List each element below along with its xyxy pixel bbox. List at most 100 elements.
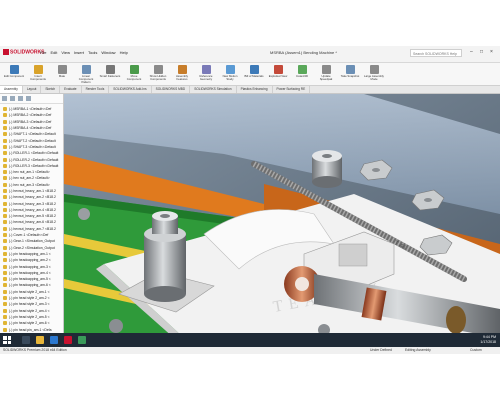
command-tab-9[interactable]: Power Surfacing RE — [273, 86, 311, 93]
tree-list: (-) MSRBA-1 <Default<<Def (-) MSRBA-2 <De… — [0, 104, 63, 338]
help-search-input[interactable]: Search SOLIDWORKS Help — [410, 49, 462, 57]
ribbon-button-9[interactable]: New Motion Study — [219, 65, 241, 85]
ribbon-button-7[interactable]: Assembly Features — [171, 65, 193, 85]
app-taskbar-icon[interactable] — [78, 336, 86, 344]
ribbon-button-icon — [201, 65, 211, 74]
windows-start-icon[interactable] — [3, 336, 11, 344]
menu-window[interactable]: Window — [101, 50, 115, 55]
ribbon-button-8[interactable]: Reference Geometry — [195, 65, 217, 85]
part-icon — [3, 119, 7, 124]
document-title: MSRBA (Assem1) Bending Machine * — [270, 50, 337, 55]
part-icon — [3, 170, 7, 175]
menu-file[interactable]: File — [40, 50, 46, 55]
part-icon — [3, 189, 7, 193]
ribbon-button-2[interactable]: Mate — [51, 65, 73, 85]
command-tab-8[interactable]: Plastics Enhancing — [237, 86, 273, 93]
ribbon-button-12[interactable]: Instant3D — [291, 65, 313, 85]
ribbon-button-1[interactable]: Insert Components — [27, 65, 49, 85]
ribbon-button-label: Insert Components — [30, 74, 46, 81]
part-icon — [3, 289, 7, 294]
ribbon-button-label: Smart Fasteners — [99, 74, 121, 78]
command-tab-3[interactable]: Evaluate — [60, 86, 82, 93]
command-tab-0[interactable]: Assembly — [0, 86, 23, 93]
property-manager-icon[interactable] — [10, 96, 15, 101]
part-icon — [3, 251, 7, 256]
menu-tools[interactable]: Tools — [88, 50, 97, 55]
tree-item-label: (-) hexnut_heavy_am-7 <B18.2 — [9, 226, 56, 231]
status-definition: Under Defined — [370, 348, 392, 352]
app-logo[interactable]: SOLIDWORKS — [3, 49, 44, 55]
status-mode: Editing Assembly — [405, 348, 431, 352]
command-tabs: Assembly Layout Sketch Evaluate Render Tools… — [0, 86, 500, 94]
close-icon[interactable]: × — [490, 49, 493, 55]
command-tab-7[interactable]: SOLIDWORKS Simulation — [190, 86, 237, 93]
feature-manager-icon[interactable] — [2, 96, 7, 101]
ribbon-button-10[interactable]: Bill of Materials — [243, 65, 265, 85]
ribbon-button-6[interactable]: Show Hidden Components — [147, 65, 169, 85]
ribbon-button-label: Assembly Features — [175, 74, 189, 81]
command-tab-5[interactable]: SOLIDWORKS Add-Ins — [109, 86, 152, 93]
menu-help[interactable]: Help — [120, 50, 128, 55]
graphics-area[interactable]: TEAH GU — [64, 94, 500, 338]
part-icon — [3, 107, 7, 112]
ds-logo-icon — [3, 49, 9, 55]
ribbon-button-icon — [177, 65, 187, 74]
tree-item-label: (-) pin head style 2_am-2 < — [9, 296, 50, 301]
ribbon-button-label: Update Speedpak — [319, 74, 333, 81]
tree-item-label: (-) pin headcapping_am-6 < — [9, 283, 51, 288]
minimize-icon[interactable]: – — [470, 49, 473, 55]
ribbon-button-icon — [249, 65, 259, 74]
configuration-manager-icon[interactable] — [18, 96, 23, 101]
ribbon-button-14[interactable]: Take Snapshot — [339, 65, 361, 85]
tree-item-label: (-) ROLLER-2 <Default<<Default — [9, 157, 59, 162]
menu-insert[interactable]: Insert — [74, 50, 84, 55]
tree-item-label: (-) hexnut_heavy_am-5 <B18.2 — [9, 214, 56, 219]
ribbon-button-icon — [105, 65, 115, 74]
search-icon[interactable] — [22, 336, 30, 344]
ribbon-button-13[interactable]: Update Speedpak — [315, 65, 337, 85]
dimxpert-icon[interactable] — [26, 96, 31, 101]
solidworks-taskbar-icon[interactable] — [64, 336, 72, 344]
tree-item-label: (-) pin headcapping_am-2 < — [9, 258, 51, 263]
part-icon — [3, 195, 7, 200]
part-icon — [3, 308, 7, 313]
command-tab-1[interactable]: Layout — [23, 86, 42, 93]
ribbon-button-icon — [81, 65, 91, 74]
command-tab-6[interactable]: SOLIDWORKS MBD — [152, 86, 191, 93]
tree-item-label: (-) pin head style 2_am-1 < — [9, 289, 50, 294]
ribbon-button-icon — [273, 65, 283, 74]
tree-item-label: (-) pin headcapping_am-4 < — [9, 270, 51, 275]
ribbon-button-label: Instant3D — [296, 74, 308, 78]
tree-item-label: (-) hexnut_heavy_am-1 <B18.2 — [9, 189, 56, 193]
command-tab-4[interactable]: Render Tools — [82, 86, 110, 93]
part-icon — [3, 126, 7, 131]
tree-item-label: (-) Gear-1 <Simulation_Output — [9, 239, 55, 244]
ribbon-button-icon — [129, 65, 139, 74]
part-icon — [3, 270, 7, 275]
taskbar-clock[interactable]: 9:44 PM 1/17/2018 — [480, 335, 496, 344]
ribbon-button-label: New Motion Study — [222, 74, 238, 81]
clock-date: 1/17/2018 — [480, 339, 496, 344]
tree-item-label: (-) hexnut_heavy_am-6 <B18.2 — [9, 220, 56, 225]
tree-item-label: (-) pin headcapping_am-3 < — [9, 264, 51, 269]
menu-view[interactable]: View — [61, 50, 70, 55]
ribbon-button-label: Mate — [58, 74, 66, 78]
ribbon-button-5[interactable]: Move Component — [123, 65, 145, 85]
ribbon-button-0[interactable]: Edit Component — [3, 65, 25, 85]
browser-icon[interactable] — [50, 336, 58, 344]
ribbon-button-3[interactable]: Linear Component Pattern — [75, 65, 97, 85]
part-icon — [3, 220, 7, 225]
tree-item-label: (-) hex nut_am-2 <Default> — [9, 176, 50, 181]
tree-toolbar — [0, 94, 63, 104]
command-tab-2[interactable]: Sketch — [41, 86, 61, 93]
maximize-icon[interactable]: □ — [480, 49, 483, 55]
ribbon-button-15[interactable]: Large Assembly Mode — [363, 65, 385, 85]
ribbon-button-11[interactable]: Exploded View — [267, 65, 289, 85]
part-icon — [3, 163, 7, 168]
menu-edit[interactable]: Edit — [50, 50, 57, 55]
part-icon — [3, 233, 7, 238]
tree-item-label: (-) hex nut_am-3 <Default> — [9, 182, 50, 187]
ribbon-button-4[interactable]: Smart Fasteners — [99, 65, 121, 85]
status-units[interactable]: Custom — [470, 346, 482, 354]
file-explorer-icon[interactable] — [36, 336, 44, 344]
